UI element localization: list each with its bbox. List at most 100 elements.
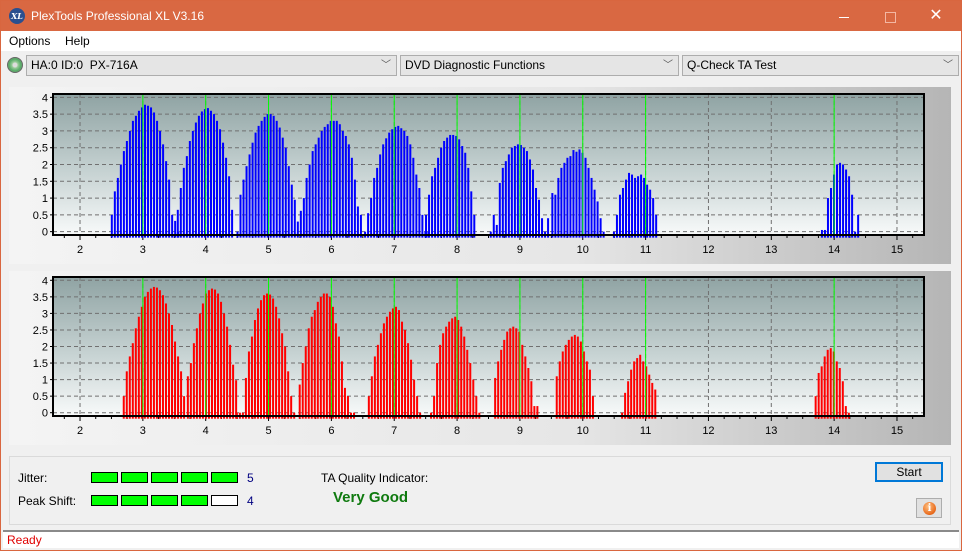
bar <box>820 229 823 238</box>
menu-bar: Options Help <box>1 31 961 51</box>
bar <box>530 381 533 419</box>
bar <box>643 177 646 238</box>
x-tick-label: 6 <box>328 425 334 437</box>
bar <box>413 379 416 419</box>
bar <box>428 194 431 238</box>
x-tick-label: 12 <box>702 425 714 437</box>
x-tick-label: 5 <box>265 244 271 256</box>
start-button[interactable]: Start <box>875 462 943 482</box>
bar <box>272 115 275 238</box>
x-tick-label: 7 <box>391 244 397 256</box>
bar <box>531 169 534 238</box>
bar <box>382 144 385 238</box>
x-tick-label: 5 <box>265 425 271 437</box>
bar <box>180 371 183 419</box>
bar <box>848 176 851 238</box>
bar <box>409 144 412 238</box>
bar <box>575 151 578 238</box>
bar <box>578 149 581 238</box>
bar <box>461 146 464 238</box>
app-window: XL PlexTools Professional XL V3.16 ✕ Opt… <box>0 0 962 551</box>
y-tick-label: 3 <box>42 126 48 138</box>
bar <box>269 294 272 419</box>
bar <box>257 125 260 238</box>
drive-select-value: HA:0 ID:0 PX-716A <box>31 58 138 72</box>
bar <box>269 114 272 238</box>
bar <box>555 376 558 419</box>
bar <box>373 177 376 238</box>
function-group-select[interactable]: DVD Diagnostic Functions ﹀ <box>400 55 679 76</box>
bar <box>634 177 637 238</box>
bar <box>642 361 645 419</box>
bar <box>247 351 250 419</box>
bar <box>242 179 245 238</box>
bar <box>281 137 284 238</box>
menu-options[interactable]: Options <box>9 34 50 48</box>
bar <box>326 124 329 238</box>
bar <box>287 371 290 419</box>
bar <box>298 384 301 419</box>
bar <box>820 366 823 419</box>
bar <box>305 177 308 238</box>
bar <box>569 156 572 238</box>
bar <box>248 154 251 238</box>
bar <box>337 336 340 419</box>
bar <box>143 104 146 238</box>
bar <box>646 184 649 238</box>
bar <box>182 167 185 238</box>
bar <box>572 150 575 238</box>
x-tick-label: 7 <box>391 425 397 437</box>
bar <box>500 349 503 419</box>
bar <box>501 167 504 238</box>
bar <box>570 336 573 419</box>
bar <box>143 296 146 419</box>
bar <box>469 363 472 419</box>
bar <box>131 343 134 419</box>
bar <box>451 318 454 419</box>
bar <box>287 166 290 238</box>
bar <box>373 356 376 419</box>
bar <box>251 142 254 238</box>
bar <box>460 326 463 419</box>
close-button[interactable]: ✕ <box>913 1 959 31</box>
bar <box>245 166 248 238</box>
minimize-button[interactable] <box>821 1 867 31</box>
x-tick-label: 8 <box>454 244 460 256</box>
bar <box>331 306 334 419</box>
chevron-down-icon: ﹀ <box>943 60 953 71</box>
bar <box>226 326 229 419</box>
bar <box>584 157 587 238</box>
chevron-down-icon: ﹀ <box>663 60 673 71</box>
drive-select[interactable]: HA:0 ID:0 PX-716A ﹀ <box>26 55 397 76</box>
bar <box>379 154 382 238</box>
x-tick-label: 4 <box>203 425 209 437</box>
bar <box>254 132 257 238</box>
bar <box>449 134 452 238</box>
peak-shift-segment <box>121 495 148 506</box>
bar <box>340 361 343 419</box>
info-button[interactable]: i <box>916 498 942 518</box>
maximize-button[interactable] <box>867 1 913 31</box>
bar <box>439 344 442 419</box>
bar <box>415 174 418 238</box>
bar <box>521 344 524 419</box>
bar <box>328 296 331 419</box>
close-icon: ✕ <box>929 7 943 24</box>
bar <box>510 147 513 238</box>
menu-help[interactable]: Help <box>65 34 90 48</box>
title-bar[interactable]: XL PlexTools Professional XL V3.16 ✕ <box>1 1 961 31</box>
bar <box>122 151 125 238</box>
bar <box>554 194 557 238</box>
bar <box>513 146 516 238</box>
bar <box>194 122 197 238</box>
bar <box>467 167 470 238</box>
test-select[interactable]: Q-Check TA Test ﹀ <box>682 55 959 76</box>
y-tick-label: 1 <box>42 193 48 205</box>
x-tick-label: 8 <box>454 425 460 437</box>
bar <box>338 124 341 238</box>
bar <box>225 157 228 238</box>
bar <box>636 358 639 419</box>
bar <box>654 389 657 419</box>
jitter-segment <box>181 472 208 483</box>
bar <box>125 371 128 419</box>
